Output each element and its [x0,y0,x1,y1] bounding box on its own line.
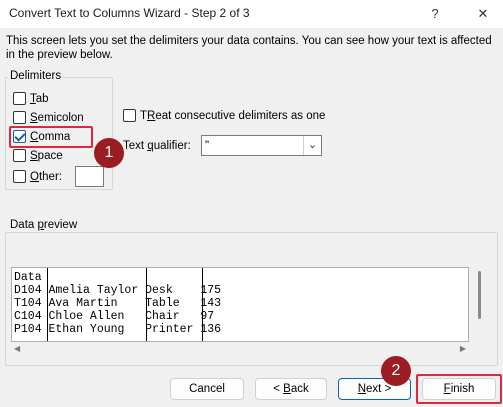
space-checkbox-row[interactable]: Space [13,149,63,162]
cancel-button[interactable]: Cancel [170,378,244,400]
annotation-badge-2: 2 [381,356,411,386]
comma-checkbox[interactable] [13,130,26,143]
text-qualifier-value: " [205,139,210,152]
other-delimiter-input[interactable] [75,166,104,187]
tab-label: Tab [30,92,49,105]
text-qualifier-select[interactable]: " ⌄ [201,135,322,156]
treat-consecutive-checkbox[interactable] [123,109,136,122]
delimiters-legend: Delimiters [8,70,64,82]
treat-consecutive-row[interactable]: TReat consecutive delimiters as one [123,109,325,122]
data-preview-pane[interactable]: Data D104 Amelia Taylor Desk 175 T104 Av… [11,267,469,342]
close-icon[interactable]: ✕ [468,3,498,25]
back-button[interactable]: < Back [255,378,327,400]
tab-checkbox[interactable] [13,92,26,105]
annotation-badge-1: 1 [94,138,124,168]
preview-text: Data D104 Amelia Taylor Desk 175 T104 Av… [14,271,221,336]
semicolon-checkbox-row[interactable]: Semicolon [13,111,84,124]
wizard-description: This screen lets you set the delimiters … [6,35,492,61]
other-label: Other: [30,170,62,183]
chevron-down-icon[interactable]: ⌄ [303,136,321,155]
data-preview-legend: Data preview [8,219,80,231]
text-qualifier-label: Text qualifier: [123,140,191,152]
comma-checkbox-row[interactable]: Comma [13,130,70,143]
finish-button[interactable]: Finish [422,378,496,400]
comma-label: Comma [30,130,71,143]
semicolon-checkbox[interactable] [13,111,26,124]
vertical-scroll-thumb[interactable] [478,271,481,319]
space-checkbox[interactable] [13,149,26,162]
preview-lines: Data D104 Amelia Taylor Desk 175 T104 Av… [14,271,222,336]
column-separator-2[interactable] [146,268,147,341]
preview-vertical-scrollbar[interactable] [472,267,488,342]
scroll-left-icon[interactable]: ◀ [14,344,20,353]
tab-checkbox-row[interactable]: Tab [13,92,49,105]
scroll-right-icon[interactable]: ▶ [460,344,466,353]
other-checkbox[interactable] [13,170,26,183]
help-icon[interactable]: ? [420,3,450,25]
column-separator-1[interactable] [47,268,48,341]
space-label: Space [30,149,63,162]
other-checkbox-row[interactable]: Other: [13,170,62,183]
semicolon-label: Semicolon [30,111,84,124]
treat-consecutive-label: TReat consecutive delimiters as one [140,109,326,122]
column-separator-3[interactable] [202,268,203,341]
window-title: Convert Text to Columns Wizard - Step 2 … [9,6,250,20]
